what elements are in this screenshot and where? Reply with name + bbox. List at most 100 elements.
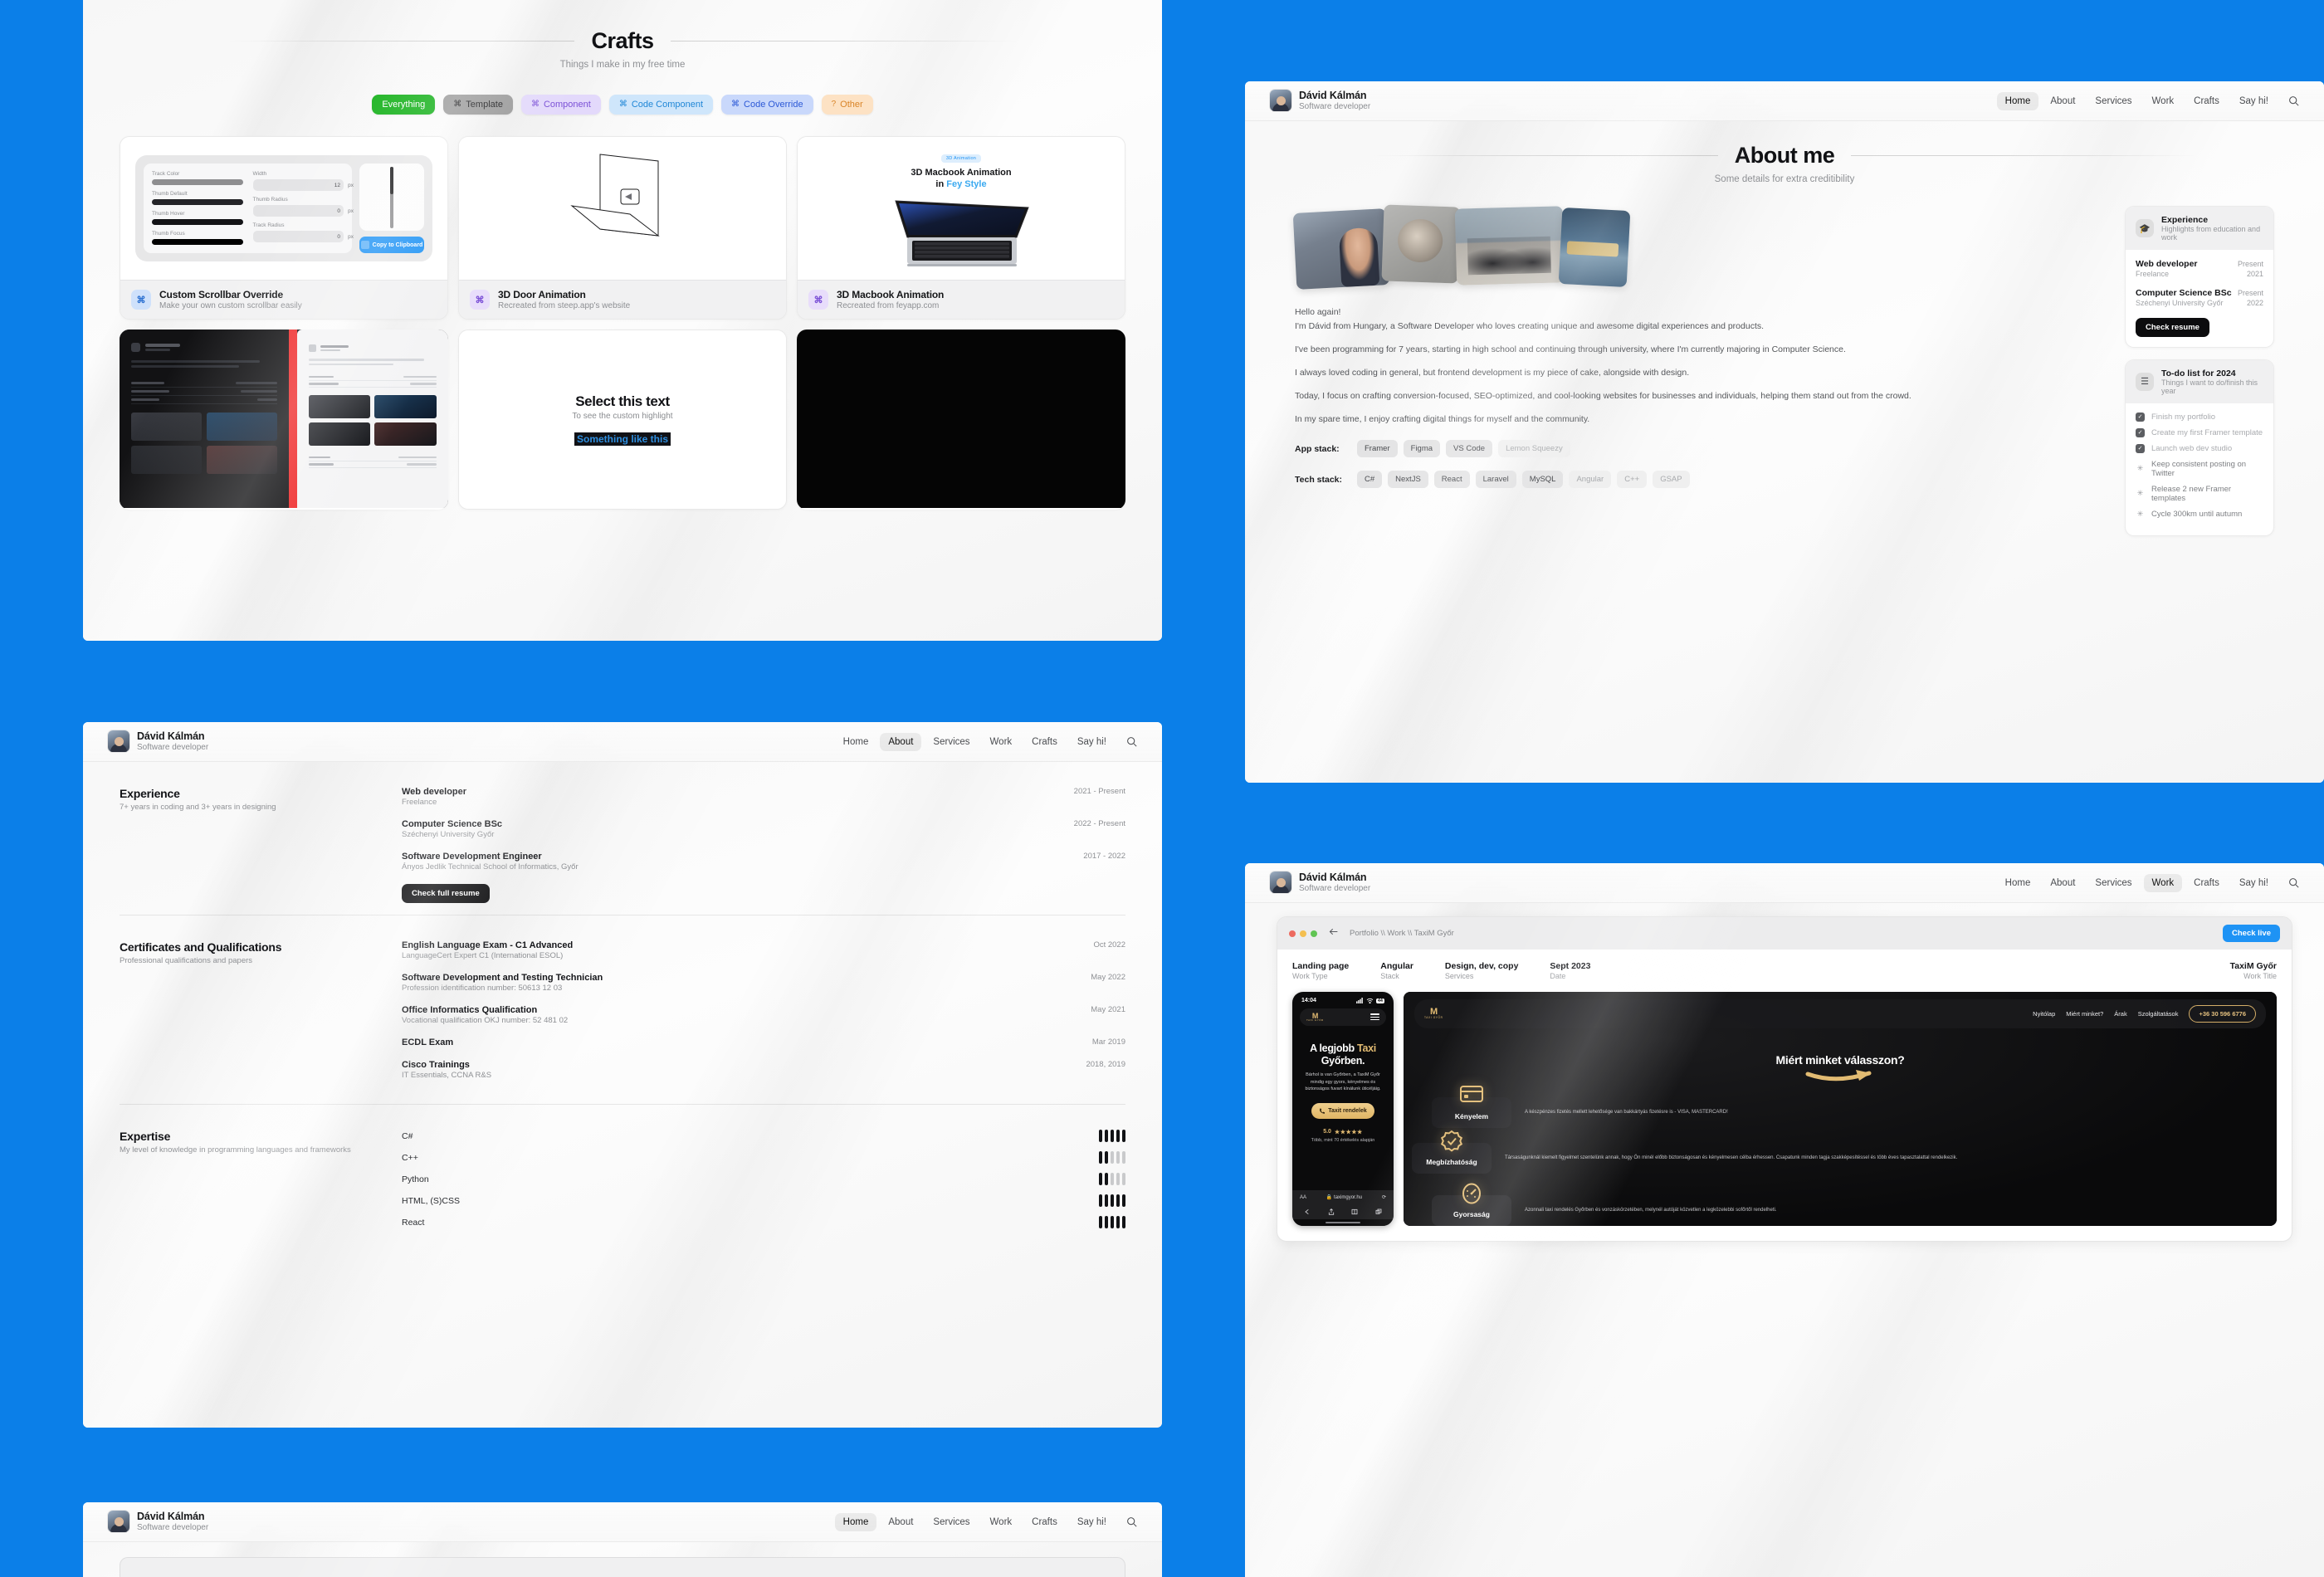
checkbox-checked-icon[interactable]: ✓ bbox=[2136, 443, 2145, 453]
filter-chip-everything[interactable]: Everything bbox=[372, 95, 436, 115]
tech-stack-tag-mysql[interactable]: MySQL bbox=[1521, 471, 1564, 488]
nav-link-services[interactable]: Services bbox=[2087, 874, 2140, 892]
nav-link-work[interactable]: Work bbox=[982, 733, 1021, 751]
select-text-highlight[interactable]: Something like this bbox=[574, 432, 671, 446]
craft-card-select-text[interactable]: Select this text To see the custom highl… bbox=[458, 330, 787, 510]
craft-card-dark-dashboard[interactable] bbox=[120, 330, 448, 510]
nav-link-crafts[interactable]: Crafts bbox=[2185, 874, 2228, 892]
app-stack-tag-vs-code[interactable]: VS Code bbox=[1446, 440, 1493, 457]
nav-link-work[interactable]: Work bbox=[2144, 92, 2183, 110]
maximize-icon[interactable] bbox=[1311, 930, 1317, 937]
reload-icon[interactable]: ⟳ bbox=[1382, 1194, 1386, 1200]
hamburger-icon[interactable] bbox=[1370, 1013, 1379, 1021]
brand[interactable]: Dávid Kálmán Software developer bbox=[1270, 90, 1370, 112]
width-input[interactable]: 12 px bbox=[252, 179, 354, 191]
checkbox-checked-icon[interactable]: ✓ bbox=[2136, 427, 2145, 437]
nav-link-services[interactable]: Services bbox=[2087, 92, 2140, 110]
brand[interactable]: Dávid Kálmán Software developer bbox=[108, 730, 208, 753]
spinner-icon[interactable]: ✳ bbox=[2136, 464, 2145, 473]
check-live-button[interactable]: Check live bbox=[2223, 925, 2280, 942]
window-controls[interactable] bbox=[1289, 930, 1317, 937]
search-icon[interactable] bbox=[1126, 736, 1137, 747]
todo-item[interactable]: ✳ Cycle 300km until autumn bbox=[2136, 510, 2263, 519]
nav-link-say-hi[interactable]: Say hi! bbox=[1069, 1513, 1115, 1531]
todo-item[interactable]: ✓ Launch web dev studio bbox=[2136, 443, 2263, 453]
tech-stack-tag-react[interactable]: React bbox=[1433, 471, 1470, 488]
nav-link-say-hi[interactable]: Say hi! bbox=[2231, 92, 2277, 110]
desktop-nav-link-nyit-lap[interactable]: Nyitólap bbox=[2033, 1010, 2055, 1018]
track-color-swatch[interactable] bbox=[152, 179, 243, 185]
tech-stack-tag-c-[interactable]: C++ bbox=[1617, 471, 1648, 488]
close-icon[interactable] bbox=[1289, 930, 1296, 937]
nav-link-crafts[interactable]: Crafts bbox=[1023, 733, 1066, 751]
check-full-resume-button[interactable]: Check full resume bbox=[402, 884, 490, 903]
filter-chip-other[interactable]: ? Other bbox=[821, 95, 873, 115]
craft-card-black[interactable] bbox=[797, 330, 1125, 510]
todo-item[interactable]: ✓ Create my first Framer template bbox=[2136, 427, 2263, 437]
app-stack-tag-figma[interactable]: Figma bbox=[1403, 440, 1441, 457]
nav-link-say-hi[interactable]: Say hi! bbox=[2231, 874, 2277, 892]
filter-chip-template[interactable]: ⌘ Template bbox=[443, 95, 513, 115]
nav-link-about[interactable]: About bbox=[880, 1513, 921, 1531]
todo-item[interactable]: ✳ Release 2 new Framer templates bbox=[2136, 485, 2263, 503]
minimize-icon[interactable] bbox=[1300, 930, 1306, 937]
spinner-icon[interactable]: ✳ bbox=[2136, 489, 2145, 498]
tech-stack-tag-angular[interactable]: Angular bbox=[1569, 471, 1612, 488]
nav-link-work[interactable]: Work bbox=[982, 1513, 1021, 1531]
phone-cta-button[interactable]: Taxit rendelek bbox=[1311, 1102, 1375, 1119]
tabs-icon[interactable] bbox=[1375, 1208, 1382, 1215]
back-icon[interactable] bbox=[1328, 926, 1339, 941]
thumb-radius-input[interactable]: 0 px bbox=[252, 205, 354, 217]
search-icon[interactable] bbox=[2288, 877, 2299, 888]
filter-chip-code-component[interactable]: ⌘ Code Component bbox=[608, 95, 714, 115]
nav-link-crafts[interactable]: Crafts bbox=[1023, 1513, 1066, 1531]
nav-link-about[interactable]: About bbox=[880, 732, 922, 751]
tech-stack-tag-laravel[interactable]: Laravel bbox=[1475, 471, 1516, 488]
nav-link-home[interactable]: Home bbox=[834, 1512, 877, 1531]
search-icon[interactable] bbox=[1126, 1516, 1137, 1527]
check-resume-button[interactable]: Check resume bbox=[2136, 317, 2209, 337]
desktop-nav-link--rak[interactable]: Árak bbox=[2114, 1010, 2126, 1018]
nav-link-say-hi[interactable]: Say hi! bbox=[1069, 733, 1115, 751]
nav-link-crafts[interactable]: Crafts bbox=[2185, 92, 2228, 110]
desktop-nav-link-mi-rt-minket-[interactable]: Miért minket? bbox=[2066, 1010, 2103, 1018]
filter-chip-component[interactable]: ⌘ Component bbox=[520, 95, 601, 115]
thumb-default-swatch[interactable] bbox=[152, 199, 243, 205]
text-size-button[interactable]: AA bbox=[1300, 1195, 1306, 1200]
todo-item[interactable]: ✓ Finish my portfolio bbox=[2136, 412, 2263, 422]
tech-stack-tag-c-[interactable]: C# bbox=[1357, 471, 1383, 488]
spinner-icon[interactable]: ✳ bbox=[2136, 510, 2145, 519]
scrollbar-track[interactable] bbox=[390, 166, 393, 228]
crafts-filter-bar[interactable]: Everything ⌘ Template ⌘ Component ⌘ Code Compo… bbox=[83, 95, 1162, 115]
filter-chip-code-override[interactable]: ⌘ Code Override bbox=[721, 95, 813, 115]
tech-stack-tag-gsap[interactable]: GSAP bbox=[1653, 471, 1690, 488]
copy-to-clipboard-button[interactable]: Copy to Clipboard bbox=[359, 237, 424, 253]
brand[interactable]: Dávid Kálmán Software developer bbox=[108, 1511, 208, 1533]
brand[interactable]: Dávid Kálmán Software developer bbox=[1270, 872, 1370, 894]
craft-card-custom-scrollbar[interactable]: Track Color Thumb Default Thumb Hover Th… bbox=[120, 136, 448, 320]
craft-card-3d-door[interactable]: ⌘ 3D Door Animation Recreated from steep… bbox=[458, 136, 787, 320]
search-icon[interactable] bbox=[2288, 95, 2299, 106]
scrollbar-thumb[interactable] bbox=[390, 166, 393, 194]
nav-link-services[interactable]: Services bbox=[925, 733, 978, 751]
app-stack-tag-framer[interactable]: Framer bbox=[1357, 440, 1398, 457]
checkbox-checked-icon[interactable]: ✓ bbox=[2136, 412, 2145, 422]
nav-link-about[interactable]: About bbox=[2042, 92, 2083, 110]
nav-link-about[interactable]: About bbox=[2042, 874, 2083, 892]
track-radius-input[interactable]: 0 px bbox=[252, 231, 354, 242]
nav-link-home[interactable]: Home bbox=[835, 733, 877, 751]
desktop-phone-button[interactable]: +36 30 596 6776 bbox=[2189, 1005, 2256, 1023]
nav-link-home[interactable]: Home bbox=[1997, 874, 2039, 892]
nav-link-work[interactable]: Work bbox=[2143, 873, 2183, 892]
phone-url[interactable]: 🔒 taximgyor.hu bbox=[1326, 1194, 1362, 1200]
thumb-focus-swatch[interactable] bbox=[152, 239, 243, 245]
nav-link-home[interactable]: Home bbox=[1996, 91, 2039, 110]
nav-link-services[interactable]: Services bbox=[925, 1513, 978, 1531]
todo-item[interactable]: ✳ Keep consistent posting on Twitter bbox=[2136, 460, 2263, 478]
tech-stack-tag-nextjs[interactable]: NextJS bbox=[1388, 471, 1428, 488]
desktop-nav-link-szolg-ltat-sok[interactable]: Szolgáltatások bbox=[2138, 1010, 2179, 1018]
share-icon[interactable] bbox=[1328, 1208, 1335, 1215]
app-stack-tag-lemon-squeezy[interactable]: Lemon Squeezy bbox=[1498, 440, 1570, 457]
back-icon[interactable] bbox=[1304, 1208, 1311, 1215]
bookmarks-icon[interactable] bbox=[1351, 1208, 1358, 1215]
